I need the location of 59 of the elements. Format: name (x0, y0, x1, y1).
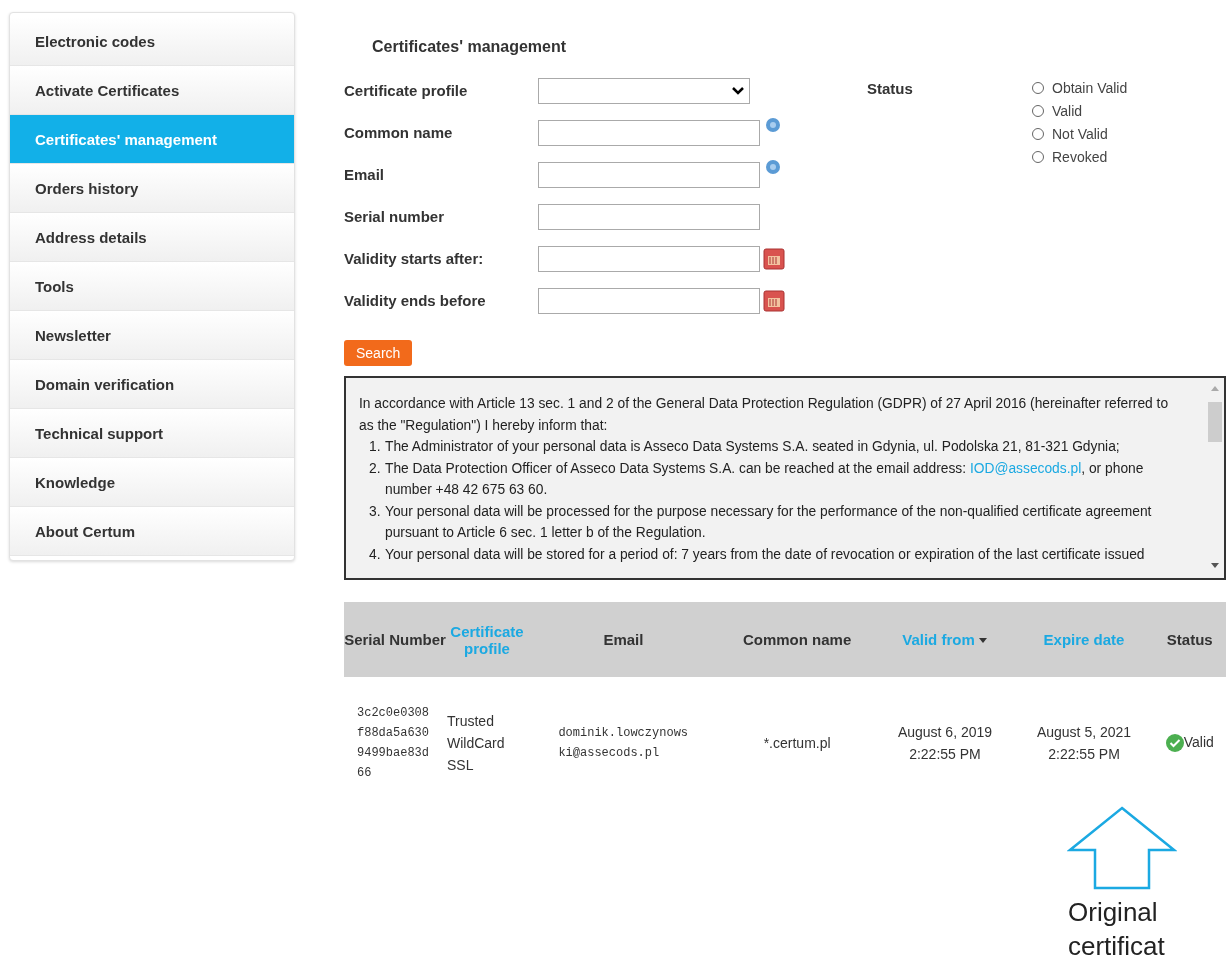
callout-text: certificat (1068, 930, 1165, 963)
profile-select[interactable] (538, 77, 750, 104)
list-number: 3. (369, 502, 382, 521)
table-cell-text: August 6, 2019 2:22:55 PM (897, 723, 993, 764)
input-field[interactable] (538, 245, 760, 272)
callout-text: Original (1068, 896, 1158, 929)
sidebar-item[interactable]: Address details (10, 213, 294, 262)
notice-text: The Administrator of your personal data is Asseco Data Systems S.A. seated in Gdynia, ul. Podolska 21, 81-321 Gdynia; (385, 438, 1120, 456)
field-label: Status (867, 80, 914, 99)
table-cell-text: Trusted WildCard SSL (447, 712, 506, 775)
field-label: Serial number (344, 208, 446, 225)
notice-text: Your personal data will be processed for the purpose necessary for the performance of the non-qualified certificate agreement pursuant to Article 6 sec. 1 letter b of the Regulation. (385, 502, 1153, 542)
sidebar-item[interactable]: Domain verification (10, 360, 294, 409)
check-circle-icon (1165, 734, 1184, 753)
list-number: 1. (369, 438, 382, 456)
field-label: Validity starts after: (344, 250, 485, 267)
input-field[interactable] (538, 161, 760, 188)
calendar-icon[interactable] (763, 247, 785, 270)
field-label: Validity ends before (344, 292, 487, 309)
scrollbar-thumb[interactable] (1208, 402, 1222, 442)
scroll-up-icon[interactable] (1210, 384, 1220, 392)
field-label: Certificate profile (344, 82, 469, 99)
sidebar-item[interactable]: About Certum (10, 507, 294, 556)
notice-text: The Data Protection Officer of Asseco Data Systems S.A. can be reached at the email address: IOD@assecods.pl, or phone number +48 42 675 63 60. (385, 459, 1145, 499)
input-field[interactable] (538, 203, 760, 230)
notice-text: Your personal data will be stored for a period of: 7 years from the date of revocation or expiration of the last certificate issued (385, 545, 1145, 564)
table-cell-text: 3c2c0e0308f88da5a6309499bae83d66 (357, 705, 430, 782)
help-icon[interactable] (766, 117, 780, 132)
sidebar-item[interactable]: Newsletter (10, 311, 294, 360)
input-field[interactable] (538, 287, 760, 314)
table-cell-text: *.certum.pl (763, 734, 831, 753)
table-cell-text: August 5, 2021 2:22:55 PM (1036, 723, 1132, 764)
status-radio[interactable]: Revoked (1032, 149, 1128, 165)
chevron-down-icon (731, 85, 745, 96)
page-title: Certificates' management (372, 38, 568, 56)
column-header: Serial Number (344, 602, 446, 677)
status-radio[interactable]: Valid (1032, 103, 1128, 119)
field-label: Common name (344, 124, 454, 141)
calendar-icon[interactable] (763, 289, 785, 312)
sidebar-item[interactable]: Knowledge (10, 458, 294, 507)
status-radio[interactable]: Not Valid (1032, 126, 1128, 142)
help-icon[interactable] (766, 159, 780, 174)
notice-text: In accordance with Article 13 sec. 1 and 2 of the General Data Protection Regulation (GDPR) of 27 April 2016 (hereinafter referred to as the "Regulation") I hereby inform that: (359, 395, 1170, 435)
status-radio[interactable]: Obtain Valid (1032, 80, 1128, 96)
table-cell-text: dominik.lowczynowski@assecods.pl (558, 725, 689, 762)
column-header: Common name (718, 602, 876, 677)
sidebar-item[interactable]: Tools (10, 262, 294, 311)
input-field[interactable] (538, 119, 760, 146)
sidebar-item[interactable]: Electronic codes (10, 17, 294, 66)
list-number: 2. (369, 459, 382, 478)
column-header: Status (1153, 602, 1226, 677)
column-header: Email (528, 602, 719, 677)
sidebar-item[interactable]: Activate Certificates (10, 66, 294, 115)
sidebar-item[interactable]: Orders history (10, 164, 294, 213)
field-label: Email (344, 166, 386, 183)
status-text: Valid (1183, 733, 1214, 750)
list-number: 4. (369, 545, 382, 564)
scroll-down-icon[interactable] (1210, 562, 1220, 570)
sidebar-item[interactable]: Technical support (10, 409, 294, 458)
